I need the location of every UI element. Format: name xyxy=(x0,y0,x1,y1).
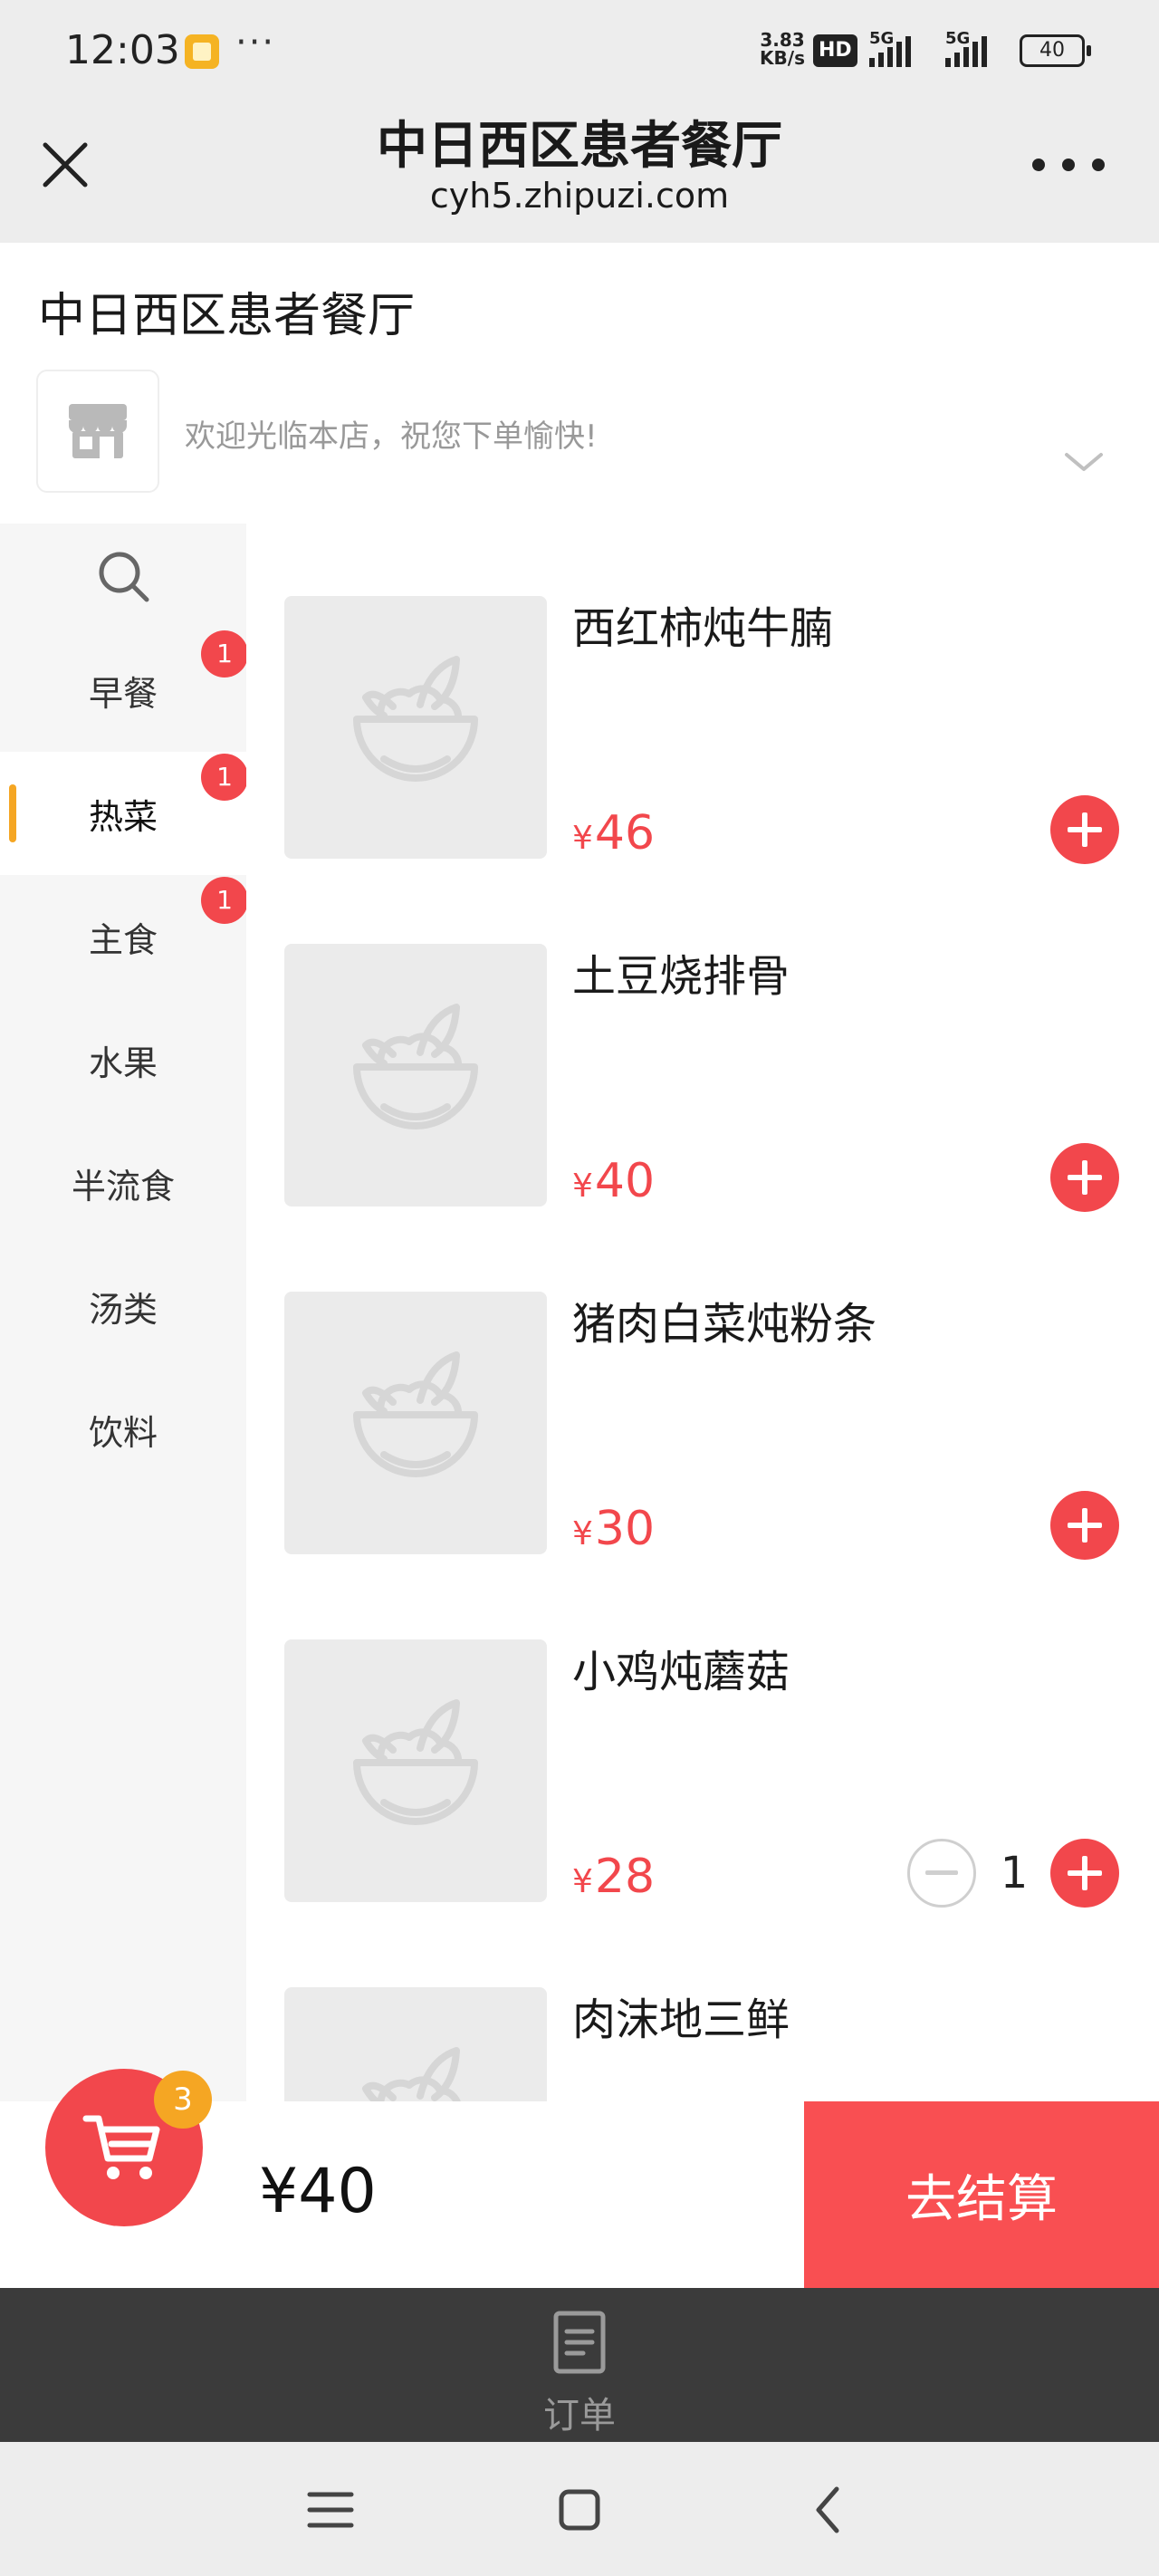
chevron-down-icon[interactable] xyxy=(1059,444,1108,480)
price-value: 46 xyxy=(594,806,656,860)
quantity-value: 1 xyxy=(1000,1848,1029,1898)
add-to-cart-button[interactable] xyxy=(1050,1839,1119,1908)
product-name: 西红柿炖牛腩 xyxy=(572,603,834,654)
product-name: 肉沫地三鲜 xyxy=(572,1994,790,2045)
product-image xyxy=(284,1639,547,1902)
document-icon xyxy=(553,2311,606,2374)
product-list: 西红柿炖牛腩 ¥46 土豆烧排骨 ¥40 猪肉白菜炖粉条 ¥30 小鸡炖蘑菇 ¥… xyxy=(246,524,1159,2101)
currency-symbol: ¥ xyxy=(572,820,593,857)
category-fruit[interactable]: 水果 xyxy=(0,998,246,1121)
product-image xyxy=(284,1987,547,2101)
category-label: 汤类 xyxy=(88,1289,158,1330)
status-bar: 12:03 ··· 3.83 KB/s HD 5G 5G 40 xyxy=(0,0,1159,100)
square-home-icon[interactable] xyxy=(548,2478,611,2542)
store-name: 中日西区患者餐厅 xyxy=(38,289,416,343)
store-notice: 欢迎光临本店，祝您下单愉快! xyxy=(185,418,598,455)
add-to-cart-button[interactable] xyxy=(1050,795,1119,864)
network-speed-unit: KB/s xyxy=(760,47,805,69)
signal-1-label: 5G xyxy=(869,29,895,48)
category-label: 早餐 xyxy=(88,673,158,714)
product-name: 小鸡炖蘑菇 xyxy=(572,1647,790,1697)
signal-2-icon: 5G xyxy=(945,29,987,67)
tab-orders[interactable]: 订单 xyxy=(507,2310,652,2437)
browser-header: 中日西区患者餐厅 cyh5.zhipuzi.com xyxy=(0,100,1159,243)
product-name: 土豆烧排骨 xyxy=(572,951,790,1002)
add-to-cart-button[interactable] xyxy=(1050,1143,1119,1212)
more-notifications-icon: ··· xyxy=(235,22,276,63)
category-sidebar: 早餐 热菜 主食 水果 半流食 汤类 饮料 1 1 1 xyxy=(0,524,248,2101)
food-bowl-placeholder-icon xyxy=(353,656,478,782)
currency-symbol: ¥ xyxy=(572,1863,593,1900)
category-count-badge: 1 xyxy=(201,877,248,924)
price-value: 40 xyxy=(594,1154,656,1208)
product-price: ¥46 xyxy=(572,806,655,860)
product-price: ¥28 xyxy=(572,1850,655,1904)
category-drinks[interactable]: 饮料 xyxy=(0,1368,246,1491)
currency-symbol: ¥ xyxy=(572,1515,593,1552)
category-label: 主食 xyxy=(88,919,158,960)
add-to-cart-button[interactable] xyxy=(1050,1491,1119,1560)
food-bowl-placeholder-icon xyxy=(353,1004,478,1129)
category-label: 水果 xyxy=(88,1043,158,1083)
category-count-badge: 1 xyxy=(201,754,248,801)
checkout-button[interactable]: 去结算 xyxy=(804,2101,1159,2288)
hd-voice-icon: HD xyxy=(813,34,857,67)
network-speed-value: 3.83 xyxy=(760,29,805,51)
product-item: 西红柿炖牛腩 ¥46 xyxy=(246,524,1159,871)
shopping-cart-icon xyxy=(82,2115,160,2179)
storefront-icon xyxy=(69,404,127,458)
category-soup[interactable]: 汤类 xyxy=(0,1245,246,1368)
category-count-badge: 1 xyxy=(201,630,248,678)
cart-bar: 3 ¥40 去结算 xyxy=(0,2069,1159,2288)
battery-icon: 40 xyxy=(1020,34,1091,67)
food-bowl-placeholder-icon xyxy=(362,2047,461,2101)
more-dots-icon[interactable] xyxy=(1032,138,1105,192)
price-value: 30 xyxy=(594,1502,656,1556)
product-image xyxy=(284,596,547,859)
decrease-quantity-button[interactable] xyxy=(907,1839,976,1908)
product-price: ¥30 xyxy=(572,1502,655,1556)
page-url: cyh5.zhipuzi.com xyxy=(429,176,730,216)
product-image xyxy=(284,944,547,1206)
product-item: 土豆烧排骨 ¥40 xyxy=(246,871,1159,1219)
bottom-tab-bar: 订单 xyxy=(0,2288,1159,2442)
notification-app-icon xyxy=(185,34,219,69)
store-logo xyxy=(36,370,159,493)
product-price: ¥40 xyxy=(572,1154,655,1208)
product-item: 猪肉白菜炖粉条 ¥30 xyxy=(246,1219,1159,1567)
cart-total: ¥40 xyxy=(259,2156,377,2227)
system-navigation-bar xyxy=(0,2442,1159,2576)
signal-2-label: 5G xyxy=(945,29,971,48)
currency-symbol: ¥ xyxy=(572,1168,593,1205)
menu-lines-icon[interactable] xyxy=(299,2478,362,2542)
network-speed: 3.83 KB/s xyxy=(757,31,808,67)
category-label: 热菜 xyxy=(88,796,158,837)
food-bowl-placeholder-icon xyxy=(353,1699,478,1825)
product-item: 小鸡炖蘑菇 ¥28 1 xyxy=(246,1567,1159,1915)
page-title: 中日西区患者餐厅 xyxy=(377,117,782,176)
food-bowl-placeholder-icon xyxy=(353,1351,478,1477)
tab-orders-label: 订单 xyxy=(543,2395,616,2437)
category-semi-liquid[interactable]: 半流食 xyxy=(0,1121,246,1245)
product-image xyxy=(284,1292,547,1554)
category-label: 半流食 xyxy=(71,1166,175,1206)
category-label: 饮料 xyxy=(88,1412,158,1453)
cart-count-badge: 3 xyxy=(154,2071,212,2129)
product-item: 肉沫地三鲜 xyxy=(246,1915,1159,2101)
product-name: 猪肉白菜炖粉条 xyxy=(572,1299,877,1350)
checkout-label: 去结算 xyxy=(905,2169,1058,2229)
signal-1-icon: 5G xyxy=(869,29,911,67)
back-chevron-icon[interactable] xyxy=(797,2478,860,2542)
price-value: 28 xyxy=(594,1850,656,1904)
search-icon[interactable] xyxy=(94,547,152,605)
status-time: 12:03 xyxy=(65,27,180,73)
